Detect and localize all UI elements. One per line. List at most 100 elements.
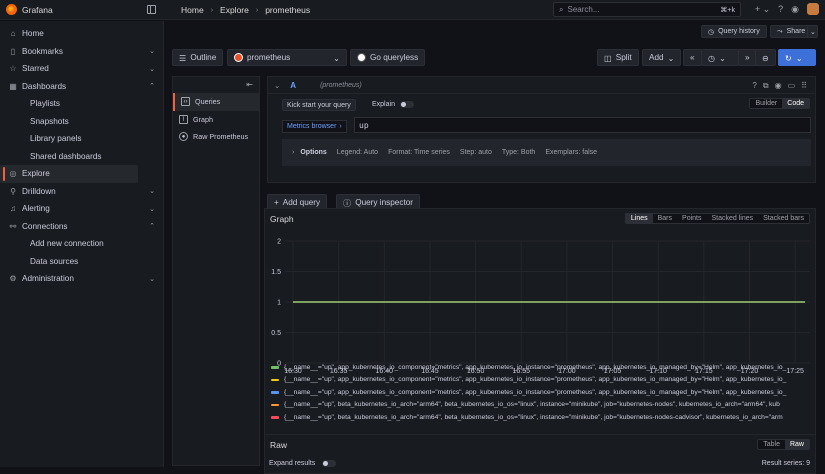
plus-icon[interactable]: + ⌄	[755, 4, 770, 15]
chevron-down-icon[interactable]: ⌄	[149, 205, 155, 213]
search-input[interactable]: ⌕ Search... ⌘+k	[553, 2, 741, 17]
trash-icon[interactable]: ▭	[788, 81, 796, 91]
outline-item-raw-prometheus[interactable]: ● Raw Prometheus	[173, 128, 259, 146]
news-icon[interactable]: ◉	[791, 4, 799, 15]
legend-swatch	[271, 378, 279, 381]
outline-toggle-button[interactable]: ☰ Outline	[172, 49, 224, 66]
metrics-browser-button[interactable]: Metrics browser ›	[282, 120, 347, 133]
chevron-up-icon[interactable]: ⌃	[149, 222, 155, 230]
query-name[interactable]: A	[290, 81, 296, 90]
home-link[interactable]: Grafana	[0, 4, 163, 15]
sidebar: ⌂ Home ▯ Bookmarks ⌄ ☆ Starred ⌄ ▦ Dashboards ⌃…	[0, 21, 164, 467]
code-mode-button[interactable]: Code	[782, 99, 809, 108]
chevron-down-icon[interactable]: ⌄	[149, 275, 155, 283]
view-mode-lines[interactable]: Lines	[625, 214, 653, 223]
eye-icon[interactable]: ◉	[775, 81, 782, 91]
help-icon[interactable]: ?	[752, 81, 756, 91]
sidebar-item-connections[interactable]: ⚯ Connections ⌃	[0, 218, 163, 236]
chevron-down-icon[interactable]: ⌄	[149, 65, 155, 73]
sidebar-item-starred[interactable]: ☆ Starred ⌄	[0, 60, 163, 78]
y-tick-label: 0.5	[271, 330, 281, 337]
sidebar-item-data-sources[interactable]: Data sources	[0, 253, 163, 271]
chevron-up-icon[interactable]: ⌃	[149, 82, 155, 90]
kick-start-button[interactable]: Kick start your query	[282, 99, 356, 111]
datasource-picker[interactable]: prometheus ⌄	[227, 49, 347, 66]
sidebar-item-drilldown[interactable]: ⚲ Drilldown ⌄	[0, 183, 163, 201]
clock-icon: ◷	[708, 53, 716, 63]
chevron-down-icon[interactable]: ⌄	[274, 81, 280, 90]
view-mode-points[interactable]: Points	[677, 214, 706, 223]
view-mode-bars[interactable]: Bars	[653, 214, 677, 223]
expand-results-toggle[interactable]	[322, 460, 337, 467]
view-mode-stacked-bars[interactable]: Stacked bars	[758, 214, 809, 223]
time-forward-button[interactable]: »	[738, 49, 757, 66]
dock-menu-icon[interactable]	[147, 5, 156, 14]
sidebar-item-home[interactable]: ⌂ Home	[0, 25, 163, 43]
chevron-down-icon: ⌄	[667, 53, 675, 63]
sidebar-item-library-panels[interactable]: Library panels	[0, 130, 163, 148]
sidebar-item-explore[interactable]: ◎ Explore	[0, 165, 138, 183]
help-icon[interactable]: ?	[778, 4, 783, 14]
drag-handle-icon[interactable]: ⠿	[801, 81, 807, 91]
result-series-count: Result series: 9	[761, 460, 810, 467]
sidebar-item-snapshots[interactable]: Snapshots	[0, 113, 163, 131]
sidebar-item-dashboards[interactable]: ▦ Dashboards ⌃	[0, 78, 163, 96]
legend-item[interactable]: {__name__="up", app_kubernetes_io_compon…	[271, 374, 817, 387]
sidebar-item-bookmarks[interactable]: ▯ Bookmarks ⌄	[0, 43, 163, 61]
chevron-right-icon: ›	[292, 149, 295, 156]
sidebar-item-administration[interactable]: ⚙ Administration ⌄	[0, 270, 163, 288]
raw-title: Raw	[270, 440, 288, 450]
sidebar-item-shared-dashboards[interactable]: Shared dashboards	[0, 148, 163, 166]
chevron-down-icon[interactable]: ⌄	[149, 47, 155, 55]
raw-mode-table[interactable]: Table	[758, 440, 785, 449]
expand-results[interactable]: Expand results	[269, 460, 337, 467]
raw-mode-raw[interactable]: Raw	[784, 440, 809, 449]
option-exemplars: Exemplars: false	[545, 149, 598, 156]
share-button[interactable]: ⤳ Share	[770, 25, 813, 38]
avatar[interactable]	[807, 3, 819, 15]
split-button[interactable]: ◫ Split	[597, 49, 639, 66]
breadcrumb-home[interactable]: Home	[181, 5, 204, 15]
legend-swatch	[271, 391, 279, 394]
graph-chart[interactable]: 00.511.5216:30 16:35 16:40 16:45 16:50 16:55 1…	[265, 227, 817, 377]
prometheus-icon: ●	[179, 132, 188, 142]
brand-name: Grafana	[22, 4, 53, 15]
sidebar-item-add-new-connection[interactable]: Add new connection	[0, 235, 163, 253]
time-picker[interactable]: ◷ ⌄	[701, 49, 739, 66]
legend-swatch	[271, 366, 279, 369]
builder-mode-button[interactable]: Builder	[750, 99, 782, 108]
legend-item[interactable]: {__name__="up", beta_kubernetes_io_arch=…	[271, 399, 817, 412]
copy-icon[interactable]: ⧉	[763, 81, 769, 91]
go-queryless-button[interactable]: Go queryless	[350, 49, 426, 66]
apps-icon: ▦	[9, 81, 17, 91]
explain-switch[interactable]: Explain	[372, 101, 414, 108]
query-options[interactable]: › Options Legend: Auto Format: Time seri…	[282, 139, 811, 166]
chevron-down-icon[interactable]: ⌄	[149, 187, 155, 195]
time-back-button[interactable]: «	[683, 49, 702, 66]
legend-item[interactable]: {__name__="up", app_kubernetes_io_compon…	[271, 386, 817, 399]
share-dropdown-button[interactable]: ⌄	[807, 25, 818, 38]
sidebar-item-alerting[interactable]: ♫ Alerting ⌄	[0, 200, 163, 218]
query-history-button[interactable]: ◷ Query history	[701, 25, 767, 38]
chevron-down-icon: ⌄	[719, 53, 727, 63]
breadcrumb: Home › Explore › prometheus	[181, 5, 310, 15]
plus-icon: +	[274, 198, 279, 207]
outline-item-graph[interactable]: ⌇ Graph	[173, 111, 259, 129]
collapse-outline-icon[interactable]: ⇤	[246, 80, 253, 89]
query-expression-input[interactable]: up	[354, 117, 811, 133]
breadcrumb-explore[interactable]: Explore	[220, 5, 249, 15]
add-button[interactable]: Add ⌄	[642, 49, 682, 66]
view-mode-stacked-lines[interactable]: Stacked lines	[707, 214, 759, 223]
option-legend: Legend: Auto	[336, 149, 379, 156]
sidebar-item-playlists[interactable]: Playlists	[0, 95, 163, 113]
refresh-button[interactable]: ↻ ⌄	[778, 49, 816, 66]
legend-item[interactable]: {__name__="up", beta_kubernetes_io_arch=…	[271, 411, 817, 424]
legend-item[interactable]: {__name__="up", app_kubernetes_io_compon…	[271, 361, 817, 374]
query-body: Kick start your query Explain Builder Co…	[267, 94, 816, 183]
explain-toggle[interactable]	[399, 101, 414, 108]
query-editor: ⌄ A (prometheus) ? ⧉ ◉ ▭ ⠿ Kick start yo…	[267, 76, 816, 218]
code-icon: ‹›	[181, 97, 190, 107]
y-tick-label: 2	[277, 239, 281, 246]
outline-item-queries[interactable]: ‹› Queries	[173, 93, 259, 111]
zoom-out-button[interactable]: ⊖	[755, 49, 776, 66]
